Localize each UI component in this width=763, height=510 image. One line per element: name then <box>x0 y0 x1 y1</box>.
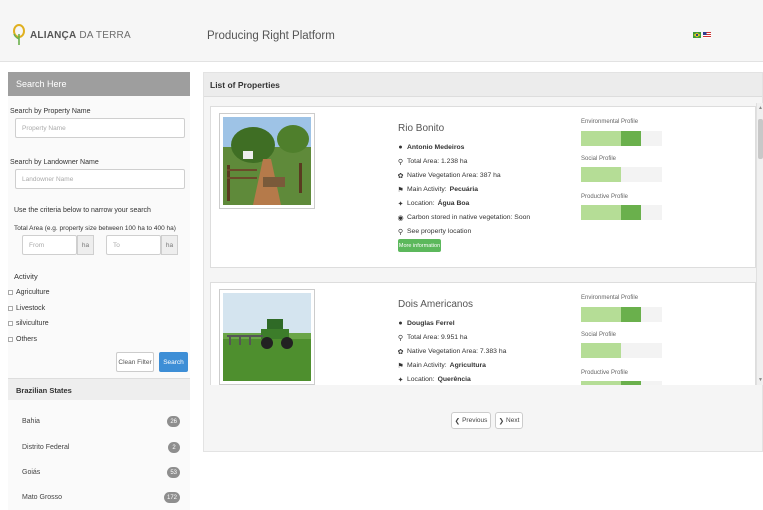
main-activity-row: ⚑ Main Activity: Agricultura <box>397 362 486 370</box>
location-row: ✦ Location: Água Boa <box>397 200 470 208</box>
logo-text: ALIANÇA DA TERRA <box>30 29 131 41</box>
owner-row: ● Douglas Ferrel <box>398 320 455 327</box>
checkbox-icon[interactable] <box>8 337 13 342</box>
see-location-link[interactable]: ⚲ See property location <box>397 228 471 236</box>
map-marker-icon: ⚲ <box>397 334 404 342</box>
location-icon: ✦ <box>397 376 404 384</box>
state-count-badge: 172 <box>163 492 180 503</box>
list-scrollbar[interactable]: ▲ ▼ <box>756 103 763 385</box>
property-photo[interactable] <box>219 113 315 209</box>
area-from-unit: ha <box>77 235 94 255</box>
state-count-badge: 26 <box>167 416 180 427</box>
state-item-mato-grosso[interactable]: Mato Grosso 172 <box>8 486 190 510</box>
state-item-bahia[interactable]: Bahia 26 <box>8 410 190 435</box>
area-to-input[interactable]: To <box>106 235 161 255</box>
productive-profile-label: Productive Profile <box>581 370 629 376</box>
user-icon: ● <box>398 144 403 151</box>
brazil-flag-icon[interactable] <box>693 31 701 38</box>
scroll-up-icon[interactable]: ▲ <box>758 105 763 111</box>
state-item-distrito-federal[interactable]: Distrito Federal 2 <box>8 436 190 461</box>
globe-icon: ◉ <box>397 214 404 222</box>
location-row: ✦ Location: Querência <box>397 376 471 384</box>
native-area-row: ✿ Native Vegetation Area: 387 ha <box>397 172 501 180</box>
total-area-row: ⚲ Total Area: 9.951 ha <box>397 334 468 342</box>
chevron-left-icon: ❮ <box>454 417 461 425</box>
app-title: Producing Right Platform <box>207 30 335 42</box>
checkbox-icon[interactable] <box>8 306 13 311</box>
environmental-profile-label: Environmental Profile <box>581 119 639 125</box>
flag-icon: ⚑ <box>397 362 404 370</box>
activity-agriculture-checkbox[interactable]: Agriculture <box>8 289 49 296</box>
owner-row: ● Antonio Medeiros <box>398 144 465 151</box>
user-icon: ● <box>398 320 403 327</box>
scroll-thumb[interactable] <box>758 119 763 159</box>
previous-button[interactable]: ❮ Previous <box>451 412 491 429</box>
leaf-icon: ✿ <box>397 172 404 180</box>
map-marker-icon: ⚲ <box>397 158 404 166</box>
main-activity-row: ⚑ Main Activity: Pecuária <box>397 186 479 194</box>
flag-icon: ⚑ <box>397 186 404 194</box>
carbon-row: ◉ Carbon stored in native vegetation: Soo… <box>397 214 531 222</box>
productive-profile-bar <box>581 205 662 220</box>
property-photo[interactable] <box>219 289 315 385</box>
property-name-label: Search by Property Name <box>10 108 91 115</box>
state-item-goias[interactable]: Goiás 53 <box>8 461 190 486</box>
properties-panel: List of Properties Rio Bonito ● Antonio … <box>203 72 763 452</box>
social-profile-bar <box>581 343 662 358</box>
next-button[interactable]: ❯ Next <box>495 412 523 429</box>
state-count-badge: 2 <box>168 442 180 453</box>
properties-header: List of Properties <box>204 73 762 97</box>
area-to-unit: ha <box>161 235 178 255</box>
sprout-logo-icon <box>12 24 26 46</box>
more-information-button[interactable]: More information <box>398 239 441 252</box>
activity-others-checkbox[interactable]: Others <box>8 336 37 343</box>
map-marker-icon: ⚲ <box>397 228 404 236</box>
native-area-row: ✿ Native Vegetation Area: 7.383 ha <box>397 348 507 356</box>
top-bar: ALIANÇA DA TERRA Producing Right Platfor… <box>0 0 763 62</box>
location-icon: ✦ <box>397 200 404 208</box>
checkbox-icon[interactable] <box>8 321 13 326</box>
language-switcher <box>693 31 711 38</box>
clean-filter-button[interactable]: Clean Filter <box>116 352 154 372</box>
activity-silviculture-checkbox[interactable]: silviculture <box>8 320 49 327</box>
environmental-profile-bar <box>581 307 662 322</box>
scroll-down-icon[interactable]: ▼ <box>758 377 763 383</box>
environmental-profile-bar <box>581 131 662 146</box>
property-name-input[interactable]: Property Name <box>15 118 185 138</box>
area-from-input[interactable]: From <box>22 235 77 255</box>
checkbox-icon[interactable] <box>8 290 13 295</box>
activity-label: Activity <box>14 272 38 281</box>
search-button[interactable]: Search <box>159 352 188 372</box>
chevron-right-icon: ❯ <box>498 417 505 425</box>
property-name[interactable]: Rio Bonito <box>398 123 444 134</box>
landowner-name-input[interactable]: Landowner Name <box>15 169 185 189</box>
state-count-badge: 53 <box>167 467 180 478</box>
brazilian-states-header: Brazilian States <box>8 378 190 400</box>
landowner-name-label: Search by Landowner Name <box>10 159 99 166</box>
total-area-row: ⚲ Total Area: 1.238 ha <box>397 158 468 166</box>
productive-profile-label: Productive Profile <box>581 194 629 200</box>
properties-list[interactable]: Rio Bonito ● Antonio Medeiros ⚲ Total Area… <box>210 103 756 385</box>
property-name[interactable]: Dois Americanos <box>398 299 473 310</box>
property-card: Rio Bonito ● Antonio Medeiros ⚲ Total Area… <box>210 106 756 268</box>
search-header: Search Here <box>8 72 190 96</box>
property-card: Dois Americanos ● Douglas Ferrel ⚲ Total A… <box>210 282 756 385</box>
productive-profile-bar <box>581 381 662 385</box>
farm-gate-image <box>223 117 311 205</box>
area-label: Total Area (e.g. property size between 1… <box>14 225 176 232</box>
activity-livestock-checkbox[interactable]: Livestock <box>8 305 45 312</box>
logo[interactable]: ALIANÇA DA TERRA <box>12 22 131 48</box>
usa-flag-icon[interactable] <box>703 31 711 38</box>
social-profile-label: Social Profile <box>581 332 617 338</box>
environmental-profile-label: Environmental Profile <box>581 295 639 301</box>
social-profile-label: Social Profile <box>581 156 617 162</box>
leaf-icon: ✿ <box>397 348 404 356</box>
tractor-field-image <box>223 293 311 381</box>
social-profile-bar <box>581 167 662 182</box>
criteria-text: Use the criteria below to narrow your se… <box>14 207 151 214</box>
